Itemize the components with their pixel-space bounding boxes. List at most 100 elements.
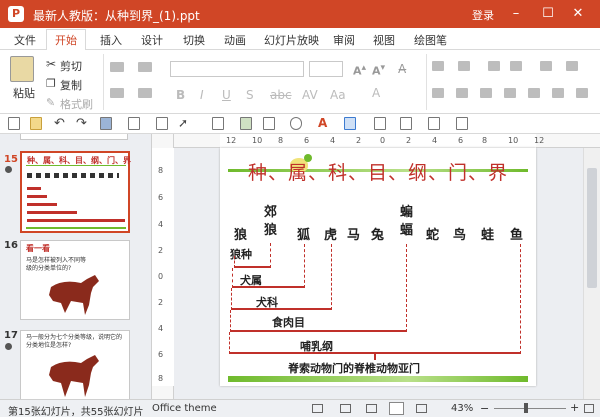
cut-button[interactable]: 剪切 — [60, 58, 82, 74]
undo-icon[interactable]: ↶ — [54, 116, 65, 131]
vertical-ruler: 8 6 4 2 0 2 4 6 8 — [152, 134, 174, 399]
justify-icon[interactable] — [504, 88, 516, 98]
print-icon[interactable] — [156, 117, 168, 130]
tab-design[interactable]: 设计 — [141, 32, 163, 48]
tab-slideshow[interactable]: 幻灯片放映 — [264, 32, 319, 48]
camera-icon[interactable] — [263, 117, 275, 130]
font-color-icon[interactable]: A — [372, 86, 380, 100]
paste-button-label[interactable]: 粘贴 — [13, 85, 35, 101]
zoom-in-icon[interactable]: + — [570, 401, 579, 414]
zoom-out-icon[interactable]: − — [480, 402, 489, 415]
tab-transitions[interactable]: 切换 — [183, 32, 205, 48]
slide-anim-icon — [5, 343, 12, 350]
slide-thumbnail[interactable]: 马一般分为七个分类等级，说明它的分类地位是怎样? — [20, 330, 130, 399]
thumb-bracket — [27, 203, 57, 206]
align-right-icon[interactable] — [480, 88, 492, 98]
align-left-icon[interactable] — [432, 88, 444, 98]
minimize-icon[interactable]: – — [506, 4, 526, 24]
sorter-view-icon[interactable] — [366, 404, 377, 413]
new-slide-icon[interactable] — [110, 62, 124, 72]
copy-icon[interactable]: ❐ — [46, 77, 56, 90]
numbering-icon[interactable] — [458, 61, 470, 71]
decrease-indent-icon[interactable] — [488, 61, 500, 71]
ruler-tick: 4 — [158, 324, 164, 333]
ribbon-divider — [426, 54, 427, 110]
fit-window-icon[interactable] — [584, 404, 594, 413]
ruler-active-area — [220, 134, 536, 148]
connector-line — [230, 310, 231, 332]
pointer-icon[interactable]: ➚ — [178, 116, 188, 130]
login-link[interactable]: 登录 — [472, 7, 494, 23]
title-bar: P 最新人教版：从种到界_(1).ppt 登录 – ☐ ✕ — [0, 0, 600, 28]
slide-thumbnail-partial[interactable] — [20, 134, 128, 140]
save-icon[interactable] — [100, 117, 112, 130]
animal-label: 蛙 — [481, 228, 495, 243]
paste-icon[interactable] — [10, 56, 34, 82]
view-icon[interactable] — [400, 117, 412, 130]
animal-label: 郊狼 — [264, 205, 278, 238]
ruler-tick: 2 — [158, 298, 164, 307]
tab-view[interactable]: 视图 — [373, 32, 395, 48]
redo-icon[interactable]: ↷ — [76, 116, 87, 131]
layout-icon[interactable] — [138, 62, 152, 72]
tab-pen[interactable]: 绘图笔 — [414, 32, 447, 48]
zoom-slider-track[interactable] — [494, 408, 566, 409]
distribute-icon[interactable] — [528, 88, 540, 98]
italic-icon[interactable]: I — [200, 88, 204, 102]
slide-thumbnail-selected[interactable]: 种、属、科、目、纲、门、界 — [20, 151, 131, 233]
shape-icon[interactable] — [290, 117, 302, 130]
char-spacing-icon[interactable]: AV — [302, 88, 318, 102]
clear-format-icon[interactable]: A̶ — [398, 62, 406, 76]
grow-font-icon[interactable]: A▴ — [353, 62, 366, 78]
scrollbar-thumb[interactable] — [587, 168, 597, 288]
textbox-icon[interactable]: A — [318, 116, 327, 130]
normal-view-icon[interactable] — [389, 402, 404, 415]
notes-view-icon[interactable] — [416, 404, 427, 413]
font-family-select[interactable] — [170, 61, 304, 77]
new-file-icon[interactable] — [8, 117, 20, 130]
tab-review[interactable]: 审阅 — [333, 32, 355, 48]
reading-view-icon[interactable] — [340, 404, 351, 413]
zoom-slider-thumb[interactable] — [524, 403, 528, 413]
layout-small-icon[interactable] — [374, 117, 386, 130]
tab-file[interactable]: 文件 — [14, 32, 36, 48]
editor-vertical-scrollbar[interactable] — [583, 148, 600, 399]
zoom-level[interactable]: 43% — [451, 403, 473, 414]
underline-icon[interactable]: U — [222, 88, 231, 102]
change-case-icon[interactable]: Aa — [330, 88, 346, 102]
font-size-select[interactable] — [309, 61, 343, 77]
shrink-font-icon[interactable]: A▾ — [372, 62, 385, 78]
align-text-icon[interactable] — [576, 88, 588, 98]
increase-indent-icon[interactable] — [510, 61, 522, 71]
ruler-tick: 6 — [158, 350, 164, 359]
open-folder-icon[interactable] — [30, 117, 42, 130]
line-spacing-icon[interactable] — [540, 61, 552, 71]
bold-icon[interactable]: B — [176, 88, 185, 102]
slide-thumbnail[interactable]: 看一看 马是怎样被列入不同等级的分类单位的? — [20, 240, 130, 320]
maximize-icon[interactable]: ☐ — [538, 4, 558, 24]
scissors-icon[interactable]: ✂ — [46, 57, 56, 71]
animal-label: 鱼 — [510, 228, 524, 243]
ruler-tick: 0 — [380, 136, 386, 145]
text-direction-icon[interactable] — [566, 61, 578, 71]
copy-small-icon[interactable] — [128, 117, 140, 130]
symbol-icon[interactable] — [456, 117, 468, 130]
reset-icon[interactable] — [110, 88, 124, 98]
comment-icon[interactable] — [428, 117, 440, 130]
main-slide-canvas[interactable]: 种、属、科、目、纲、门、界 狼 郊狼 狐 虎 马 兔 蝙蝠 蛇 鸟 蛙 鱼 狼种… — [220, 148, 536, 386]
close-icon[interactable]: ✕ — [568, 4, 588, 24]
columns-icon[interactable] — [552, 88, 564, 98]
chart-icon[interactable] — [344, 117, 356, 130]
copy-button[interactable]: 复制 — [60, 77, 82, 93]
tab-insert[interactable]: 插入 — [100, 32, 122, 48]
shadow-icon[interactable]: S — [246, 88, 254, 102]
slideshow-view-icon[interactable] — [312, 404, 323, 413]
strikethrough-icon[interactable]: abc — [270, 88, 292, 102]
section-icon[interactable] — [138, 88, 152, 98]
tab-animations[interactable]: 动画 — [224, 32, 246, 48]
picture-icon[interactable] — [240, 117, 252, 130]
bullets-icon[interactable] — [432, 61, 444, 71]
align-center-icon[interactable] — [456, 88, 468, 98]
table-icon[interactable] — [212, 117, 224, 130]
tab-home[interactable]: 开始 — [46, 29, 86, 51]
